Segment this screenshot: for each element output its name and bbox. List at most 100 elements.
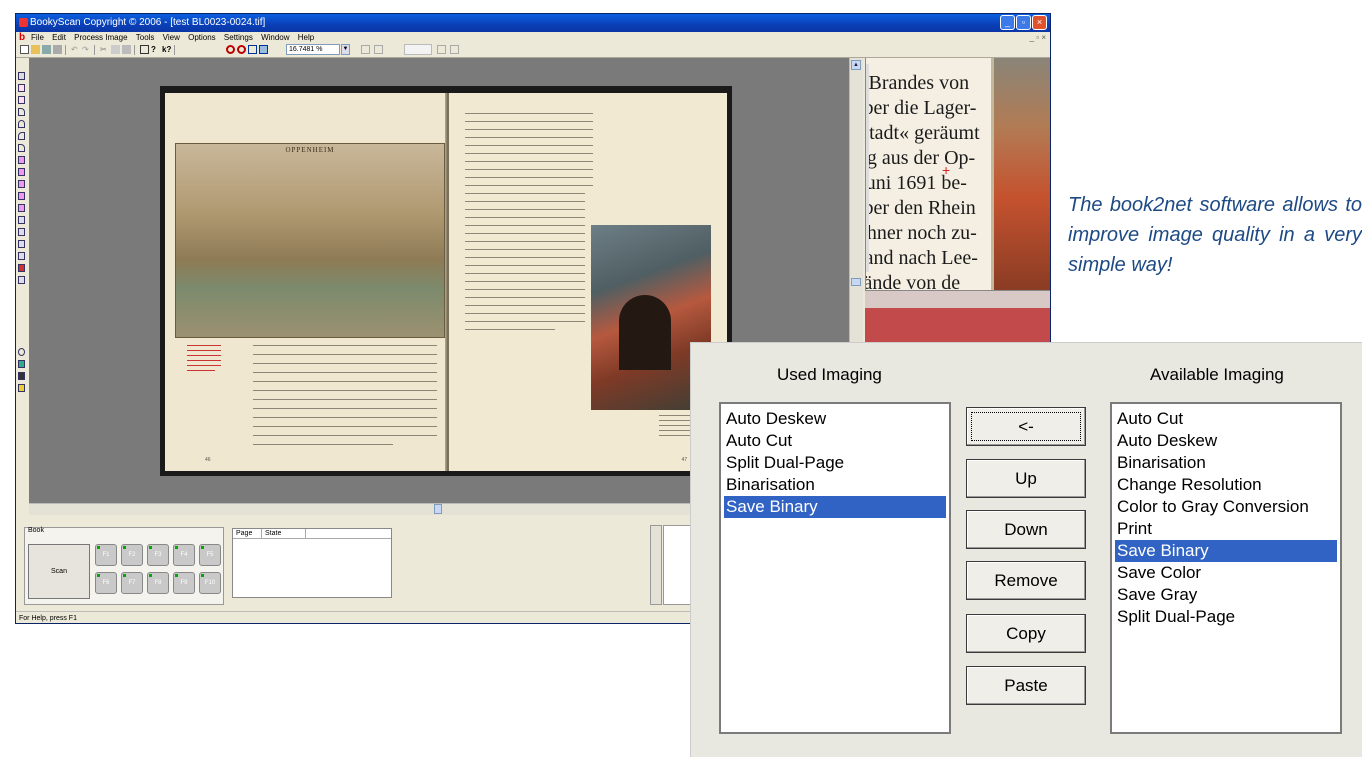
pages-tool-icon[interactable] [18,276,25,284]
page-column-header[interactable]: Page [236,529,252,538]
move-down-button[interactable]: Down [966,510,1086,549]
f9-button[interactable]: F9 [173,572,195,594]
crop-tool-icon[interactable] [18,156,25,164]
available-item-selected[interactable]: Save Binary [1115,540,1337,562]
used-imaging-list[interactable]: Auto Deskew Auto Cut Split Dual-Page Bin… [719,402,951,734]
available-imaging-list[interactable]: Auto Cut Auto Deskew Binarisation Change… [1110,402,1342,734]
border-tool-icon[interactable] [18,204,25,212]
fit-width-icon[interactable] [248,45,257,54]
scroll-thumb[interactable] [851,278,861,286]
arch-tool-icon[interactable] [18,120,25,128]
hand-tool-icon[interactable] [18,84,25,92]
available-item[interactable]: Change Resolution [1115,474,1337,496]
available-item[interactable]: Split Dual-Page [1115,606,1337,628]
save-icon[interactable] [42,45,51,54]
move-up-button[interactable]: Up [966,459,1086,498]
available-item[interactable]: Auto Deskew [1115,430,1337,452]
menu-tools[interactable]: Tools [136,32,155,43]
split-tool-icon[interactable] [18,180,25,188]
corner-tool-icon[interactable] [18,144,25,152]
new-icon[interactable] [20,45,29,54]
f5-button[interactable]: F5 [199,544,221,566]
scroll-up-icon[interactable]: ▲ [851,60,861,70]
menu-settings[interactable]: Settings [224,32,253,43]
bend-tool-icon[interactable] [18,132,25,140]
close-button[interactable]: × [1032,15,1047,30]
open-icon[interactable] [31,45,40,54]
select-tool-icon[interactable] [18,72,25,80]
zoom-dropdown-icon[interactable]: ▼ [341,44,350,55]
cut-icon[interactable]: ✂ [100,45,109,54]
ruler-icon[interactable] [18,384,25,392]
print-icon[interactable] [53,45,62,54]
scan-button[interactable]: Scan [28,544,90,599]
grid-tool-icon[interactable] [18,216,25,224]
scroll-thumb-horizontal[interactable] [434,504,442,514]
color-icon[interactable] [18,360,25,368]
available-item[interactable]: Color to Gray Conversion [1115,496,1337,518]
zoom-field[interactable]: 16.7481 % [286,44,340,55]
rotate-tool-icon[interactable] [18,96,25,104]
f6-button[interactable]: F6 [95,572,117,594]
used-item-selected[interactable]: Save Binary [724,496,946,518]
menu-window[interactable]: Window [261,32,289,43]
last-page-icon[interactable] [450,45,459,54]
curve-tool-icon[interactable] [18,108,25,116]
log-scrollbar[interactable] [650,525,662,605]
f3-button[interactable]: F3 [147,544,169,566]
page-icon[interactable] [140,45,149,54]
maximize-button[interactable]: ▫ [1016,15,1031,30]
f1-button[interactable]: F1 [95,544,117,566]
copy-icon[interactable] [111,45,120,54]
used-item[interactable]: Binarisation [724,474,946,496]
page-state-list[interactable]: Page State [232,528,392,598]
pen-icon[interactable] [18,372,25,380]
used-item[interactable]: Auto Cut [724,430,946,452]
erase-tool-icon[interactable] [18,264,25,272]
minimize-button[interactable]: _ [1000,15,1015,30]
mask-tool-icon[interactable] [18,192,25,200]
paste-button[interactable]: Paste [966,666,1086,705]
menu-edit[interactable]: Edit [52,32,66,43]
zoom-scrollbar[interactable] [866,64,869,272]
frame-tool-icon[interactable] [18,228,25,236]
prev-page-icon[interactable] [374,45,383,54]
available-item[interactable]: Print [1115,518,1337,540]
available-item[interactable]: Auto Cut [1115,408,1337,430]
remove-button[interactable]: Remove [966,561,1086,600]
available-item[interactable]: Save Gray [1115,584,1337,606]
copy-region-icon[interactable] [18,240,25,248]
menu-view[interactable]: View [163,32,180,43]
mdi-controls[interactable]: _ ▫ × [1030,32,1046,43]
used-item[interactable]: Auto Deskew [724,408,946,430]
page-selector[interactable] [404,44,432,55]
copy-button[interactable]: Copy [966,614,1086,653]
available-item[interactable]: Save Color [1115,562,1337,584]
zoom-out-icon[interactable] [237,45,246,54]
f4-button[interactable]: F4 [173,544,195,566]
menu-file[interactable]: File [31,32,44,43]
redo-icon[interactable]: ↷ [82,45,91,54]
f7-button[interactable]: F7 [121,572,143,594]
next-page-icon[interactable] [437,45,446,54]
paste-icon[interactable] [122,45,131,54]
f8-button[interactable]: F8 [147,572,169,594]
f2-button[interactable]: F2 [121,544,143,566]
state-column-header[interactable]: State [265,529,281,538]
context-help-icon[interactable]: k? [162,45,171,54]
menu-options[interactable]: Options [188,32,216,43]
used-item[interactable]: Split Dual-Page [724,452,946,474]
zoom-in-icon[interactable] [226,45,235,54]
deskew-tool-icon[interactable] [18,168,25,176]
magnifier-icon[interactable] [18,348,25,356]
add-to-used-button[interactable]: <- [966,407,1086,446]
undo-icon[interactable]: ↶ [71,45,80,54]
available-item[interactable]: Binarisation [1115,452,1337,474]
fit-page-icon[interactable] [259,45,268,54]
menu-process-image[interactable]: Process Image [74,32,127,43]
first-page-icon[interactable] [361,45,370,54]
paste-region-icon[interactable] [18,252,25,260]
help-icon[interactable]: ? [151,45,160,54]
f10-button[interactable]: F10 [199,572,221,594]
menu-help[interactable]: Help [298,32,314,43]
